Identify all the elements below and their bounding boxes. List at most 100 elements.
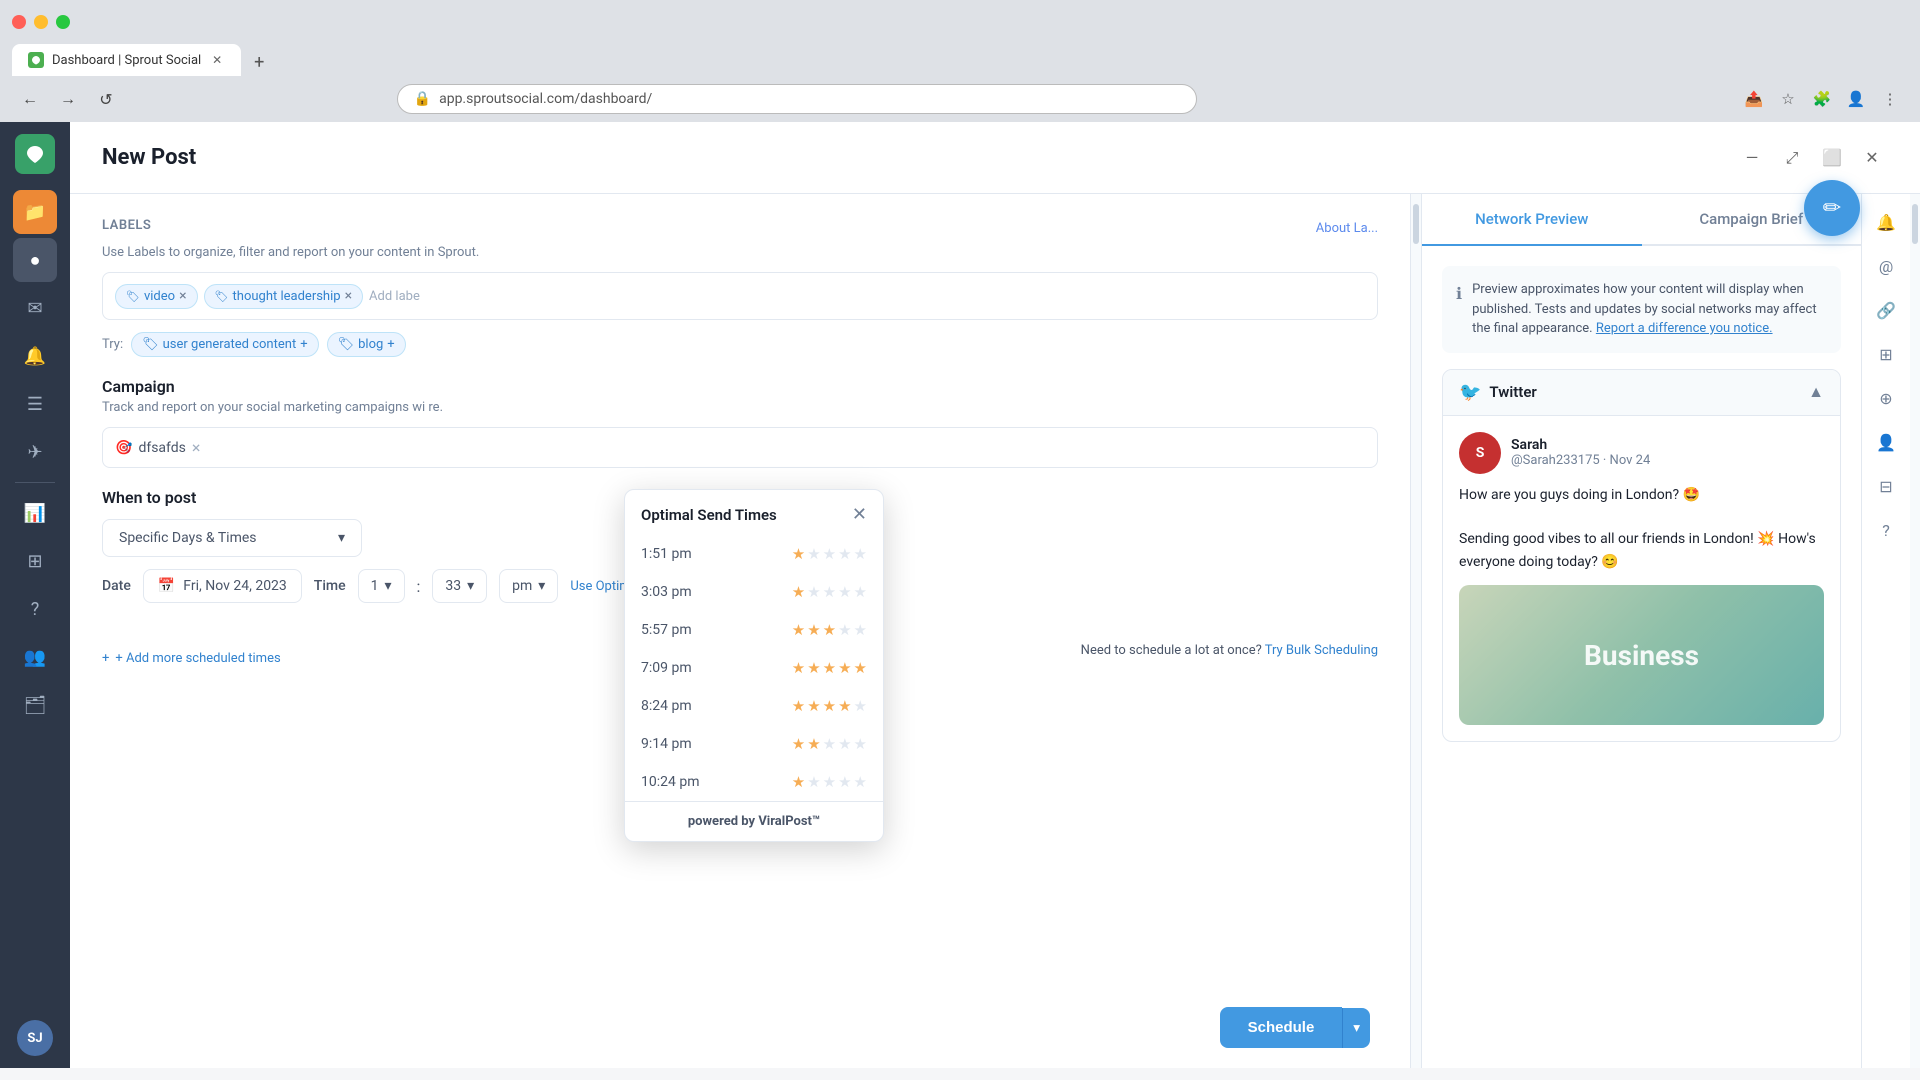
- powered-by-text: powered by: [688, 814, 758, 829]
- sidebar-item-help[interactable]: ?: [13, 587, 57, 631]
- form-scrollbar[interactable]: [1411, 194, 1421, 1068]
- stars-6: ★ ★ ★ ★ ★: [792, 735, 867, 753]
- user-avatar[interactable]: SJ: [17, 1020, 53, 1056]
- person-icon[interactable]: 👤: [1870, 426, 1902, 458]
- date-picker[interactable]: 📅 Fri, Nov 24, 2023: [143, 569, 302, 603]
- campaign-description: Track and report on your social marketin…: [102, 400, 1378, 415]
- cast-icon[interactable]: 📤: [1740, 85, 1768, 113]
- window-min-btn[interactable]: [34, 15, 48, 29]
- try-tag-ugc[interactable]: 🏷 user generated content +: [131, 332, 318, 357]
- hour-select[interactable]: 1 ▾: [358, 569, 405, 603]
- sidebar-item-alerts[interactable]: 🔔: [13, 334, 57, 378]
- layout-icon[interactable]: ⬜: [1816, 142, 1848, 174]
- schedule-btn-group: Schedule ▾: [1220, 1007, 1370, 1048]
- try-add-blog: +: [387, 337, 394, 352]
- optimal-time-1[interactable]: 1:51 pm ★ ★ ★ ★ ★: [625, 535, 883, 573]
- url-bar[interactable]: 🔒 app.sproutsocial.com/dashboard/: [397, 84, 1197, 114]
- minimize-icon[interactable]: —: [1736, 142, 1768, 174]
- tab-network-preview[interactable]: Network Preview: [1422, 194, 1642, 246]
- period-select[interactable]: pm ▾: [499, 569, 558, 603]
- stars-1: ★ ★ ★ ★ ★: [792, 545, 867, 563]
- optimal-time-3[interactable]: 5:57 pm ★ ★ ★ ★ ★: [625, 611, 883, 649]
- sidebar-item-list[interactable]: ☰: [13, 382, 57, 426]
- try-tag-blog[interactable]: 🏷 blog +: [327, 332, 406, 357]
- bulk-scheduling-text: Need to schedule a lot at once? Try Bulk…: [1081, 643, 1378, 658]
- sidebar-item-send[interactable]: ✈: [13, 430, 57, 474]
- optimal-time-4[interactable]: 7:09 pm ★ ★ ★ ★ ★: [625, 649, 883, 687]
- add-more-times[interactable]: + + Add more scheduled times: [102, 651, 281, 666]
- sidebar-item-team[interactable]: 👥: [13, 635, 57, 679]
- panel-scrollbar[interactable]: [1910, 194, 1920, 1068]
- new-tab-btn[interactable]: +: [245, 48, 273, 76]
- sidebar-item-grid[interactable]: ⊞: [13, 539, 57, 583]
- sidebar-item-compose[interactable]: ●: [13, 238, 57, 282]
- remove-thought-tag[interactable]: ×: [345, 289, 352, 303]
- forward-btn[interactable]: →: [54, 85, 82, 113]
- minute-chevron: ▾: [467, 578, 474, 594]
- optimal-time-5[interactable]: 8:24 pm ★ ★ ★ ★ ★: [625, 687, 883, 725]
- chevron-down-icon: ▾: [338, 530, 345, 546]
- schedule-dropdown-btn[interactable]: ▾: [1342, 1008, 1370, 1048]
- twitter-collapse-btn[interactable]: ▲: [1808, 382, 1824, 402]
- labels-input[interactable]: 🏷 video × 🏷 thought leadership × Add lab…: [102, 272, 1378, 320]
- window-max-btn[interactable]: [56, 15, 70, 29]
- compose-fab[interactable]: ✏: [1804, 180, 1860, 236]
- notifications-icon[interactable]: 🔔: [1870, 206, 1902, 238]
- tab-close-btn[interactable]: ✕: [209, 52, 225, 68]
- form-scroll-thumb: [1413, 204, 1419, 244]
- app-logo[interactable]: [15, 134, 55, 174]
- expand-icon[interactable]: ⤢: [1776, 142, 1808, 174]
- schedule-button[interactable]: Schedule: [1220, 1007, 1343, 1048]
- sidebar-item-charts[interactable]: 📊: [13, 491, 57, 535]
- close-icon[interactable]: ✕: [1856, 142, 1888, 174]
- optimal-time-6[interactable]: 9:14 pm ★ ★ ★ ★ ★: [625, 725, 883, 763]
- report-link[interactable]: Report a difference you notice.: [1596, 321, 1773, 336]
- profile-icon[interactable]: 👤: [1842, 85, 1870, 113]
- sidebar-item-inbox[interactable]: ✉: [13, 286, 57, 330]
- tab-bar: Dashboard | Sprout Social ✕ +: [0, 44, 1920, 76]
- optimal-header: Optimal Send Times ✕: [625, 490, 883, 535]
- help-circle-icon[interactable]: ?: [1870, 514, 1902, 546]
- star-icon[interactable]: ☆: [1774, 85, 1802, 113]
- minute-select[interactable]: 33 ▾: [432, 569, 487, 603]
- sidebar-item-folder[interactable]: 📁: [13, 190, 57, 234]
- add-icon[interactable]: ⊕: [1870, 382, 1902, 414]
- about-labels-link[interactable]: About La...: [1316, 221, 1378, 236]
- back-btn[interactable]: ←: [16, 85, 44, 113]
- campaign-tag: 🎯 dfsafds ×: [115, 438, 200, 457]
- active-tab[interactable]: Dashboard | Sprout Social ✕: [12, 44, 241, 76]
- add-label-input[interactable]: Add labe: [369, 289, 420, 304]
- optimal-time-2[interactable]: 3:03 pm ★ ★ ★ ★ ★: [625, 573, 883, 611]
- optimal-close-btn[interactable]: ✕: [852, 504, 867, 525]
- refresh-btn[interactable]: ↺: [92, 85, 120, 113]
- app: 📁 ● ✉ 🔔 ☰ ✈ 📊 ⊞ ? 👥 🗂 SJ New Post — ⤢ ⬜ …: [0, 122, 1920, 1068]
- bulk-scheduling-link[interactable]: Try Bulk Scheduling: [1265, 643, 1378, 658]
- grid-icon[interactable]: ⊞: [1870, 338, 1902, 370]
- window-close-btn[interactable]: [12, 15, 26, 29]
- try-section: Try: 🏷 user generated content + 🏷 blog +: [102, 332, 1378, 357]
- sidebar-item-apps[interactable]: 🗂: [13, 683, 57, 727]
- extensions-icon[interactable]: 🧩: [1808, 85, 1836, 113]
- browser-actions: 📤 ☆ 🧩 👤 ⋮: [1740, 85, 1904, 113]
- campaign-icon: 🎯: [115, 440, 132, 456]
- tag-icon-blog: 🏷: [338, 337, 355, 352]
- labels-title: Labels: [102, 218, 151, 233]
- link-icon[interactable]: 🔗: [1870, 294, 1902, 326]
- optimal-time-7[interactable]: 10:24 pm ★ ★ ★ ★ ★: [625, 763, 883, 801]
- remove-video-tag[interactable]: ×: [179, 289, 186, 303]
- sidebar: 📁 ● ✉ 🔔 ☰ ✈ 📊 ⊞ ? 👥 🗂 SJ: [0, 122, 70, 1068]
- remove-campaign-tag[interactable]: ×: [192, 438, 201, 457]
- address-bar: ← → ↺ 🔒 app.sproutsocial.com/dashboard/ …: [0, 76, 1920, 122]
- table-icon[interactable]: ⊟: [1870, 470, 1902, 502]
- menu-icon[interactable]: ⋮: [1876, 85, 1904, 113]
- twitter-text: Twitter: [1489, 383, 1536, 401]
- schedule-type-dropdown[interactable]: Specific Days & Times ▾: [102, 519, 362, 557]
- tweet-container: S Sarah @Sarah233175 · Nov 24: [1443, 416, 1840, 742]
- schedule-button-group: Schedule ▾: [1220, 1007, 1370, 1048]
- mention-icon[interactable]: @: [1870, 250, 1902, 282]
- date-label: Date: [102, 578, 131, 594]
- try-label: Try:: [102, 337, 123, 352]
- viralpost-brand: ViralPost™: [758, 814, 820, 829]
- right-panel-content: ℹ Preview approximates how your content …: [1422, 246, 1861, 1068]
- campaign-input[interactable]: 🎯 dfsafds ×: [102, 427, 1378, 468]
